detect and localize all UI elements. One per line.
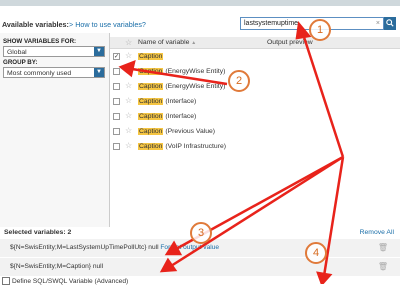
format-output-link[interactable]: Format output value [160,244,219,251]
search-button[interactable] [384,17,396,30]
selected-variables-label: Selected variables: 2 [4,229,72,236]
how-to-use-link[interactable]: > How to use variables? [69,20,146,29]
top-strip [0,0,400,6]
table-row[interactable]: ✓ ☆ Caption [110,50,400,64]
annotation-badge-1: 1 [309,19,331,41]
selected-variable-value: null [91,263,104,270]
available-variables-label: Available variables: [2,20,69,29]
star-icon[interactable]: ☆ [125,96,132,105]
annotation-badge-3: 3 [190,222,212,244]
star-icon[interactable]: ☆ [125,66,132,75]
star-icon[interactable]: ☆ [125,126,132,135]
variable-name: Caption (Interface) [138,98,197,105]
search-icon [386,19,394,27]
col-output-preview: Output preview [267,39,313,46]
selected-variable-text: ${N=SwisEntity;M=Caption} [10,263,91,270]
search-highlight: Caption [138,83,164,90]
group-by-label: GROUP BY: [3,59,38,66]
variable-name: Caption (VoIP Infrastructure) [138,143,227,150]
row-checkbox[interactable] [113,143,120,150]
trash-icon[interactable]: 🗑 [378,262,388,271]
variable-name: Caption [138,53,164,60]
star-icon[interactable]: ☆ [125,111,132,120]
table-row[interactable]: ☆ Caption (Interface) [110,110,400,124]
group-by-value: Most commonly used [7,69,72,77]
search-highlight: Caption [138,113,164,120]
table-row[interactable]: ☆ Caption (EnergyWise Entity) [110,80,400,94]
variable-name: Caption (EnergyWise Entity) [138,83,226,90]
filter-panel: SHOW VARIABLES FOR: Global ▼ GROUP BY: M… [0,33,110,227]
table-row[interactable]: ☆ Caption (Interface) [110,95,400,109]
show-variables-for-value: Global [7,48,27,56]
remove-all-link[interactable]: Remove All [360,229,394,236]
search-highlight: Caption [138,128,164,135]
selected-variable-row: ${N=SwisEntity;M=Caption} null 🗑 [0,258,400,277]
search-highlight: Caption [138,68,164,75]
chevron-down-icon: ▼ [94,47,104,56]
star-icon: ☆ [125,38,133,47]
annotation-badge-4: 4 [305,242,327,264]
search-highlight: Caption [138,53,164,60]
group-by-select[interactable]: Most commonly used ▼ [3,67,105,78]
search-highlight: Caption [138,143,164,150]
star-icon[interactable]: ☆ [125,51,132,60]
annotation-badge-2: 2 [228,70,250,92]
table-row[interactable]: ☆ Caption (EnergyWise Entity) [110,65,400,79]
selected-variable-text: ${N=SwisEntity;M=LastSystemUpTimePollUtc… [10,244,147,251]
variable-name: Caption (Interface) [138,113,197,120]
row-checkbox[interactable] [113,83,120,90]
variables-table: ☆ Name of variable ▲ Output preview ✓ ☆ Ca… [110,33,400,227]
col-name-of-variable[interactable]: Name of variable ▲ [138,39,196,46]
star-icon[interactable]: ☆ [125,81,132,90]
row-checkbox[interactable] [113,128,120,135]
row-checkbox[interactable] [113,98,120,105]
selected-variable-value: null [146,244,161,251]
table-header: ☆ Name of variable ▲ Output preview [110,37,400,49]
star-icon[interactable]: ☆ [125,141,132,150]
variable-name: Caption (Previous Value) [138,128,216,135]
chevron-down-icon: ▼ [94,68,104,77]
variable-name: Caption (EnergyWise Entity) [138,68,226,75]
show-variables-for-select[interactable]: Global ▼ [3,46,105,57]
clear-search-icon[interactable]: × [376,20,380,27]
row-checkbox[interactable] [113,113,120,120]
table-row[interactable]: ☆ Caption (Previous Value) [110,125,400,139]
search-highlight: Caption [138,98,164,105]
table-row[interactable]: ☆ Caption (VoIP Infrastructure) [110,140,400,154]
row-checkbox[interactable] [113,68,120,75]
trash-icon[interactable]: 🗑 [378,243,388,252]
row-checkbox[interactable]: ✓ [113,53,120,60]
show-variables-for-label: SHOW VARIABLES FOR: [3,38,77,45]
search-value: lastsystemuptime [244,20,299,27]
